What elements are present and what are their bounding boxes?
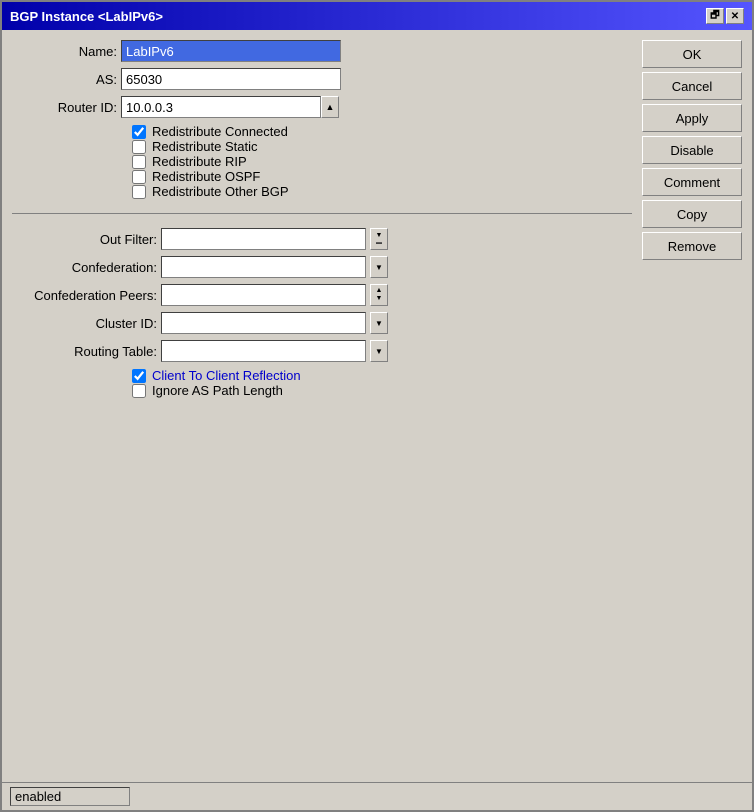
out-filter-label: Out Filter: (12, 232, 157, 247)
window: BGP Instance <LabIPv6> 🗗 ✕ Name: AS: (0, 0, 754, 812)
routing-table-row: Routing Table: ▼ (12, 340, 632, 362)
remove-button[interactable]: Remove (642, 232, 742, 260)
ignore-as-path-row: Ignore AS Path Length (12, 383, 632, 398)
router-id-wrapper: ▲ (121, 96, 339, 118)
redistribute-connected-label: Redistribute Connected (152, 124, 288, 139)
confederation-dropdown-btn[interactable]: ▼ (370, 256, 388, 278)
router-id-spin-up[interactable]: ▲ (321, 96, 339, 118)
form-area: Name: AS: Router ID: ▲ (12, 40, 632, 772)
redistribute-rip-label: Redistribute RIP (152, 154, 247, 169)
confederation-peers-input[interactable] (161, 284, 366, 306)
confederation-label: Confederation: (12, 260, 157, 275)
restore-button[interactable]: 🗗 (706, 8, 724, 24)
disable-button[interactable]: Disable (642, 136, 742, 164)
ignore-as-path-label: Ignore AS Path Length (152, 383, 283, 398)
title-bar: BGP Instance <LabIPv6> 🗗 ✕ (2, 2, 752, 30)
redistribute-other-bgp-row: Redistribute Other BGP (12, 184, 632, 199)
name-label: Name: (12, 44, 117, 59)
redistribute-static-label: Redistribute Static (152, 139, 258, 154)
routing-table-input[interactable] (161, 340, 366, 362)
cancel-button[interactable]: Cancel (642, 72, 742, 100)
as-label: AS: (12, 72, 117, 87)
comment-button[interactable]: Comment (642, 168, 742, 196)
router-id-input[interactable] (121, 96, 321, 118)
out-filter-row: Out Filter: ▼▬ (12, 228, 632, 250)
confederation-peers-spin-btn[interactable]: ▲ ▼ (370, 284, 388, 306)
status-value: enabled (15, 789, 61, 804)
as-input[interactable] (121, 68, 341, 90)
button-area: OK Cancel Apply Disable Comment Copy Rem… (642, 40, 742, 772)
bottom-checkboxes: Client To Client ReflectionIgnore AS Pat… (12, 368, 632, 398)
redistribute-connected-row: Redistribute Connected (12, 124, 632, 139)
window-title: BGP Instance <LabIPv6> (10, 9, 163, 24)
status-bar: enabled (2, 782, 752, 810)
confederation-peers-label: Confederation Peers: (12, 288, 157, 303)
cluster-id-label: Cluster ID: (12, 316, 157, 331)
out-filter-input[interactable] (161, 228, 366, 250)
routing-table-dropdown-btn[interactable]: ▼ (370, 340, 388, 362)
confederation-row: Confederation: ▼ (12, 256, 632, 278)
client-to-client-row: Client To Client Reflection (12, 368, 632, 383)
separator (12, 213, 632, 214)
router-id-label: Router ID: (12, 100, 117, 115)
confederation-peers-row: Confederation Peers: ▲ ▼ (12, 284, 632, 306)
status-text: enabled (10, 787, 130, 806)
name-input[interactable] (121, 40, 341, 62)
router-id-row: Router ID: ▲ (12, 96, 632, 118)
close-button[interactable]: ✕ (726, 8, 744, 24)
redistribute-static-checkbox[interactable] (132, 140, 146, 154)
client-to-client-checkbox[interactable] (132, 369, 146, 383)
copy-button[interactable]: Copy (642, 200, 742, 228)
client-to-client-label: Client To Client Reflection (152, 368, 301, 383)
redistribute-connected-checkbox[interactable] (132, 125, 146, 139)
redistribute-ospf-row: Redistribute OSPF (12, 169, 632, 184)
name-row: Name: (12, 40, 632, 62)
main-content: Name: AS: Router ID: ▲ (2, 30, 752, 782)
cluster-id-row: Cluster ID: ▼ (12, 312, 632, 334)
ignore-as-path-checkbox[interactable] (132, 384, 146, 398)
as-row: AS: (12, 68, 632, 90)
redistribute-other-bgp-label: Redistribute Other BGP (152, 184, 289, 199)
confederation-input[interactable] (161, 256, 366, 278)
main-area: Name: AS: Router ID: ▲ (12, 40, 742, 772)
apply-button[interactable]: Apply (642, 104, 742, 132)
redistribute-static-row: Redistribute Static (12, 139, 632, 154)
redistribute-ospf-label: Redistribute OSPF (152, 169, 260, 184)
ok-button[interactable]: OK (642, 40, 742, 68)
redistribute-rip-checkbox[interactable] (132, 155, 146, 169)
redistribute-ospf-checkbox[interactable] (132, 170, 146, 184)
redistribute-rip-row: Redistribute RIP (12, 154, 632, 169)
routing-table-label: Routing Table: (12, 344, 157, 359)
redistribute-checkboxes: Redistribute ConnectedRedistribute Stati… (12, 124, 632, 199)
title-bar-controls: 🗗 ✕ (706, 8, 744, 24)
redistribute-other-bgp-checkbox[interactable] (132, 185, 146, 199)
out-filter-dropdown-btn[interactable]: ▼▬ (370, 228, 388, 250)
cluster-id-input[interactable] (161, 312, 366, 334)
cluster-id-dropdown-btn[interactable]: ▼ (370, 312, 388, 334)
